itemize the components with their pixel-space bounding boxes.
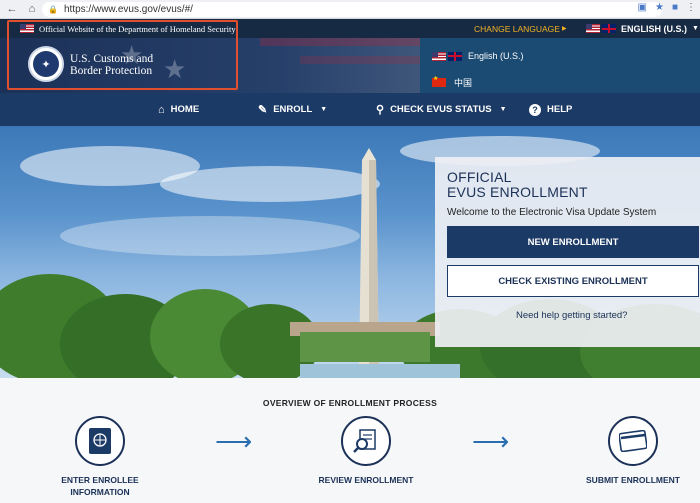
credit-card-icon (608, 416, 658, 466)
back-arrow-icon[interactable]: ← (4, 1, 20, 17)
enrollment-panel: OFFICIAL EVUS ENROLLMENT Welcome to the … (435, 157, 700, 347)
chevron-down-icon: ▼ (692, 25, 699, 32)
nav-home[interactable]: ⌂ HOME (158, 93, 199, 126)
browser-toolbar: ← ⌂ 🔒 https://www.evus.gov/evus/#/ ▣ ★ ■… (0, 0, 700, 19)
check-existing-enrollment-button[interactable]: CHECK EXISTING ENROLLMENT (447, 265, 699, 297)
help-getting-started-link[interactable]: Need help getting started? (516, 310, 627, 321)
extension-icon[interactable]: ■ (672, 2, 678, 13)
nav-help-label: HELP (547, 104, 573, 115)
agency-name-line2: Border Protection (70, 65, 153, 77)
language-option-chinese[interactable]: 中国 (432, 75, 472, 89)
step-label-line: SUBMIT ENROLLMENT (586, 475, 680, 485)
edit-icon: ✎ (258, 104, 268, 116)
official-website-text: Official Website of the Department of Ho… (39, 23, 236, 34)
nav-enroll[interactable]: ✎ ENROLL ▼ (258, 93, 327, 126)
reflecting-pool (300, 364, 460, 378)
arrow-right-icon: ⟶ (215, 426, 253, 456)
language-selector[interactable]: ENGLISH (U.S.) ▼ (586, 19, 699, 38)
step-label-line: ENTER ENROLLEE (61, 475, 139, 485)
panel-title-line1: OFFICIAL (447, 169, 512, 185)
panel-title: OFFICIAL EVUS ENROLLMENT (447, 170, 588, 200)
enrollment-process-overview: OVERVIEW OF ENROLLMENT PROCESS ENTER ENR… (0, 378, 700, 503)
star-decoration-icon: ★ (163, 54, 187, 84)
selected-language-label: ENGLISH (U.S.) (621, 23, 688, 34)
panel-title-line2: EVUS ENROLLMENT (447, 184, 588, 200)
bookmark-star-icon[interactable]: ★ (655, 2, 664, 13)
process-title: OVERVIEW OF ENROLLMENT PROCESS (262, 398, 438, 408)
url-text: https://www.evus.gov/evus/#/ (63, 4, 193, 15)
menu-icon[interactable]: ⋮ (686, 2, 696, 13)
document-search-icon (341, 416, 391, 466)
nav-help[interactable]: ? HELP (529, 93, 572, 126)
home-icon[interactable]: ⌂ (24, 1, 40, 17)
home-icon: ⌂ (158, 103, 165, 116)
us-flag-icon (432, 51, 446, 61)
nav-check-status[interactable]: ⚲ CHECK EVUS STATUS ▼ (376, 93, 507, 126)
china-flag-icon (432, 75, 446, 87)
lock-icon: 🔒 (48, 5, 58, 14)
browser-actions: ▣ ★ ■ ⋮ (638, 2, 696, 13)
translate-icon[interactable]: ▣ (638, 2, 647, 13)
main-navigation: ⌂ HOME ✎ ENROLL ▼ ⚲ CHECK EVUS STATUS ▼ … (0, 93, 700, 126)
chevron-down-icon: ▼ (499, 106, 507, 113)
nav-home-label: HOME (170, 104, 200, 115)
uk-flag-icon (448, 51, 462, 61)
language-dropdown-menu: English (U.S.) 中国 (420, 38, 700, 96)
nav-check-status-label: CHECK EVUS STATUS (390, 104, 492, 115)
language-option-label: 中国 (454, 77, 473, 88)
step-enter-enrollee-label: ENTER ENROLLEE INFORMATION (35, 474, 165, 498)
us-flag-icon (20, 24, 34, 33)
step-review-enrollment-label: REVIEW ENROLLMENT (301, 474, 431, 486)
step-label-line: INFORMATION (70, 487, 130, 497)
step-label-line: REVIEW ENROLLMENT (318, 475, 414, 485)
change-language-link[interactable]: CHANGE LANGUAGE ▶ (474, 19, 567, 38)
nav-enroll-label: ENROLL (273, 104, 313, 115)
change-language-label: CHANGE LANGUAGE (474, 23, 560, 34)
language-option-label: English (U.S.) (468, 51, 524, 61)
chevron-right-icon: ▶ (561, 26, 567, 32)
new-enrollment-button[interactable]: NEW ENROLLMENT (447, 226, 699, 258)
step-submit-enrollment-label: SUBMIT ENROLLMENT (568, 474, 698, 486)
uk-flag-icon (602, 24, 616, 33)
help-icon: ? (529, 103, 541, 116)
gov-banner: Official Website of the Department of Ho… (0, 19, 700, 38)
arrow-right-icon: ⟶ (472, 426, 510, 456)
address-bar[interactable]: 🔒 https://www.evus.gov/evus/#/ (42, 2, 662, 17)
passport-icon (75, 416, 125, 466)
cloud (160, 166, 380, 202)
us-flag-icon (586, 24, 600, 33)
search-icon: ⚲ (376, 104, 385, 116)
chevron-down-icon: ▼ (320, 106, 328, 113)
eagle-icon: ✦ (33, 51, 59, 77)
agency-name-line1: U.S. Customs and (70, 53, 154, 65)
dhs-seal-logo[interactable]: ✦ (28, 46, 64, 82)
cloud (60, 216, 360, 256)
panel-subtitle: Welcome to the Electronic Visa Update Sy… (447, 207, 657, 218)
agency-name[interactable]: U.S. Customs and Border Protection (70, 53, 153, 77)
language-option-english[interactable]: English (U.S.) (432, 49, 524, 63)
